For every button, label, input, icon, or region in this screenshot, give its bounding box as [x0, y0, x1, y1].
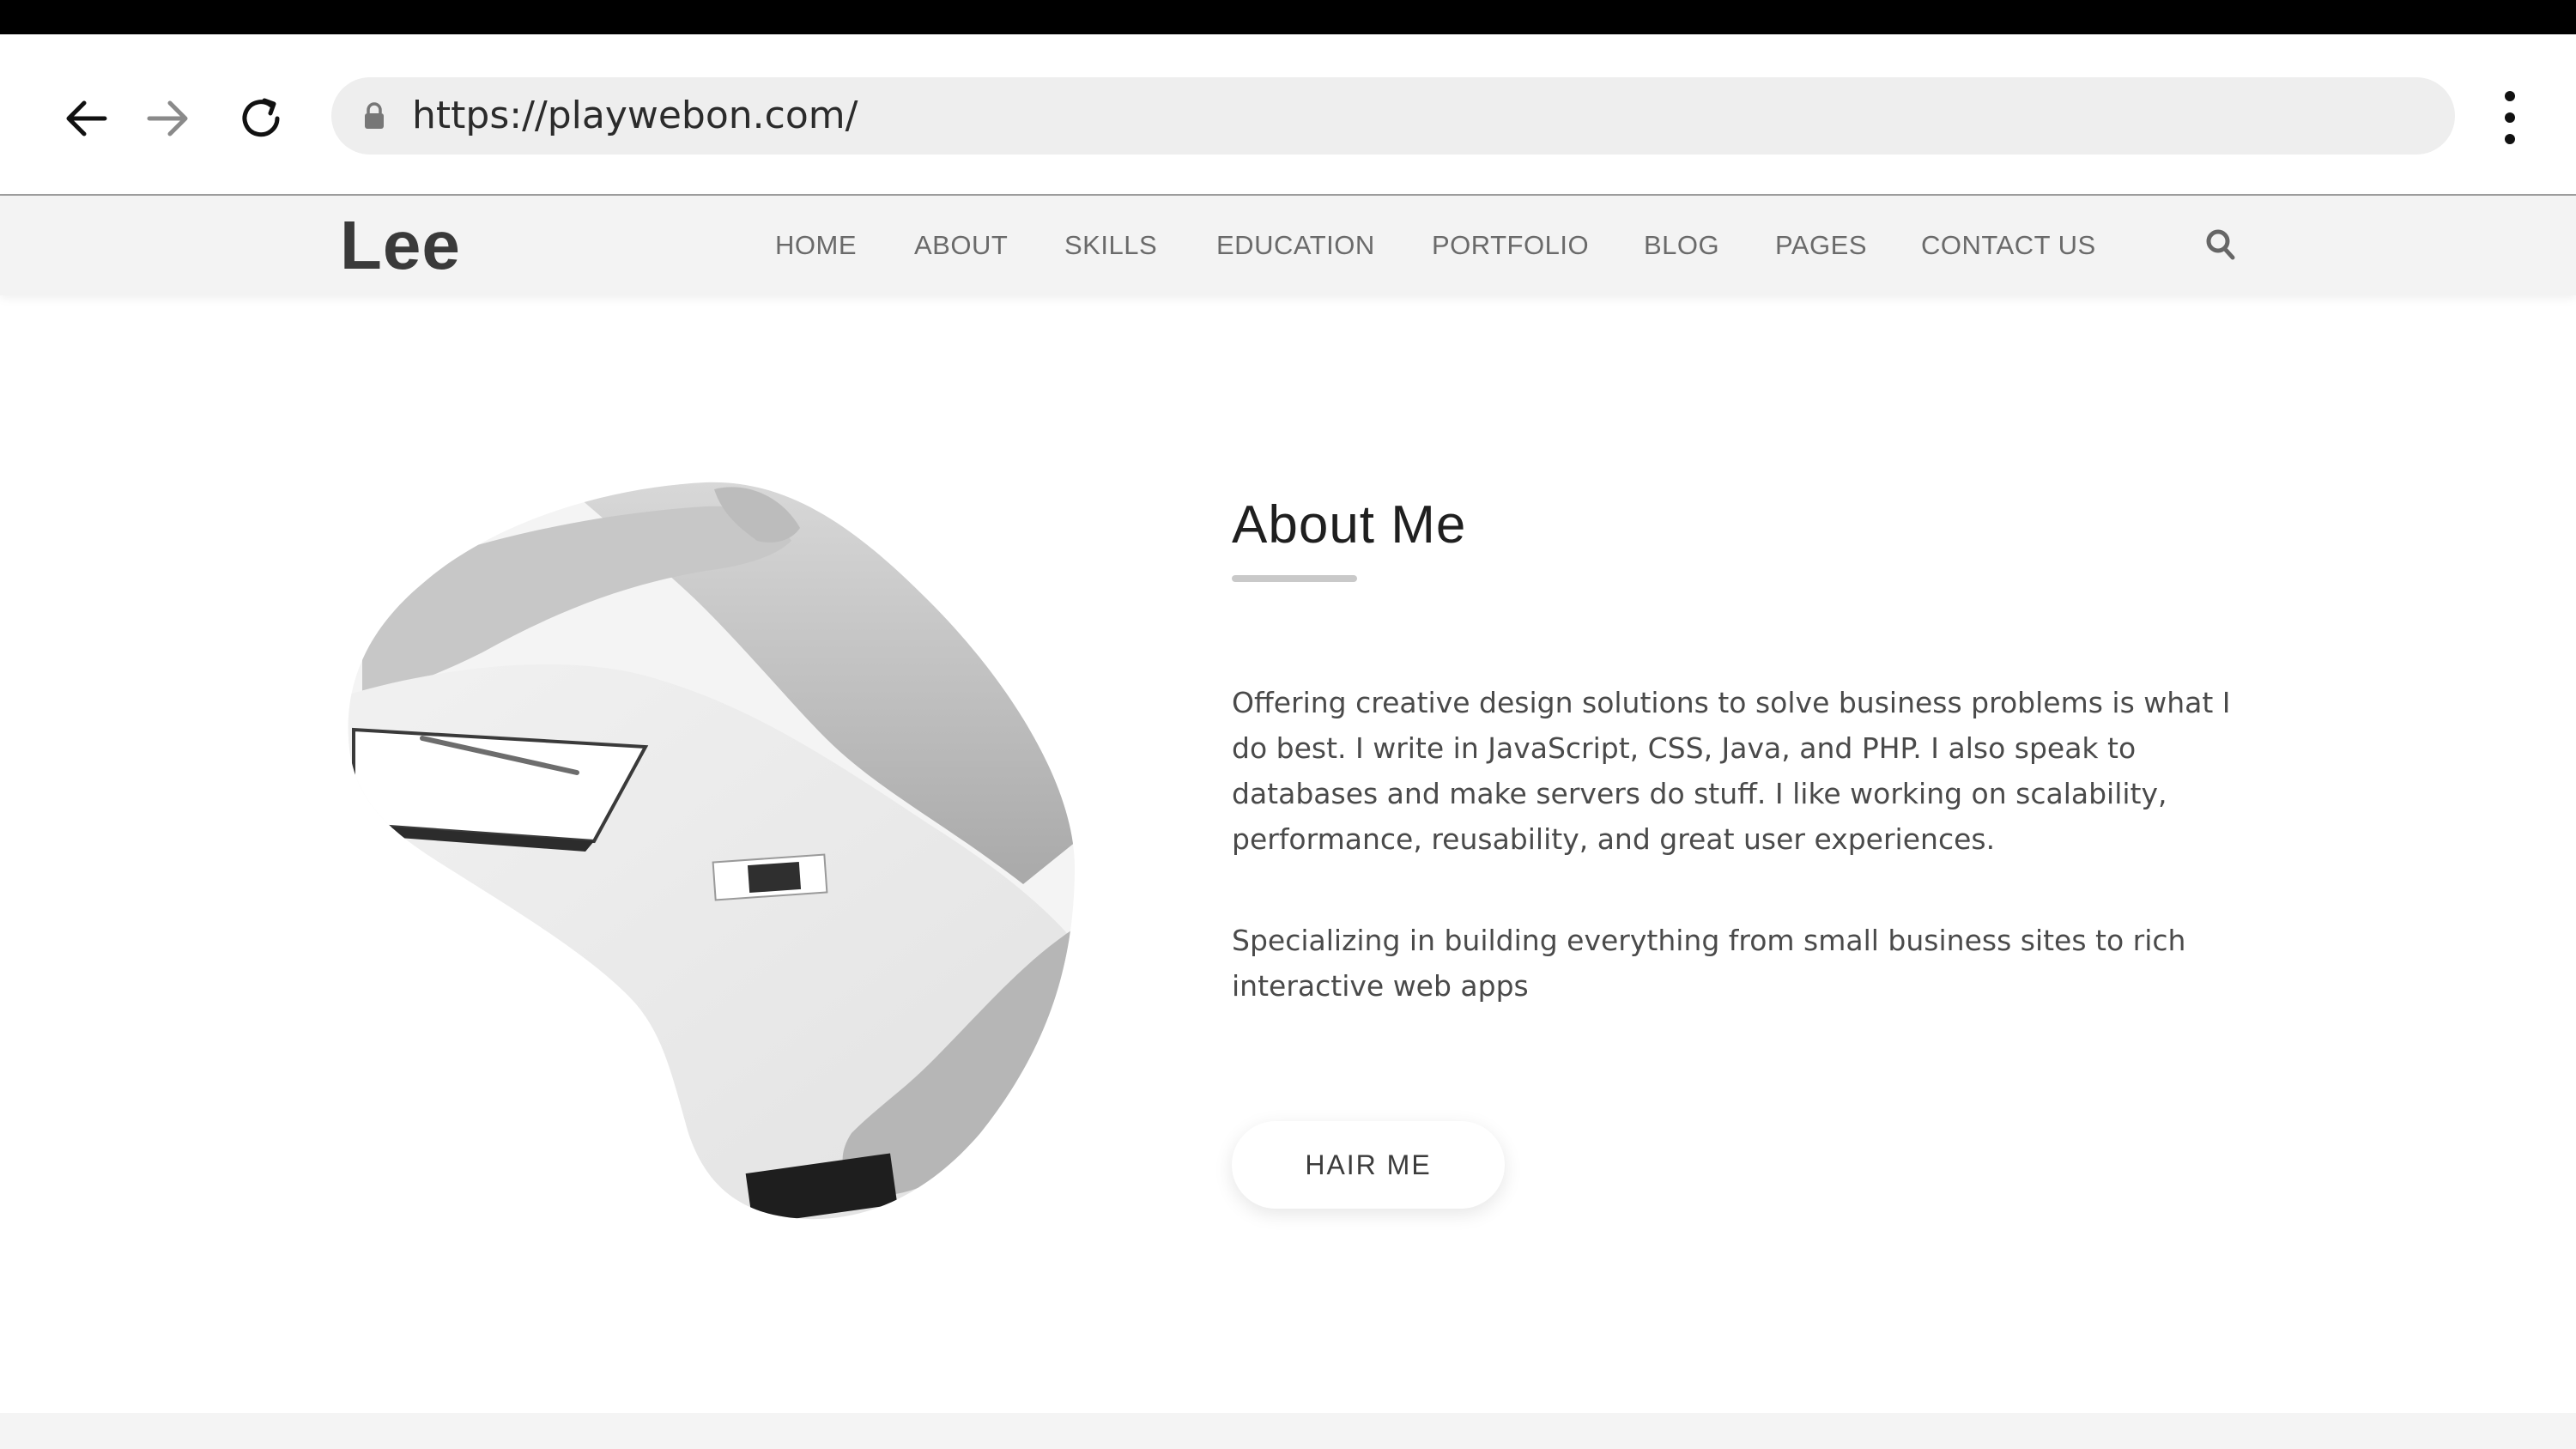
- nav-item-contact-us[interactable]: CONTACT US: [1921, 196, 2096, 295]
- address-bar[interactable]: https://playwebon.com/: [331, 77, 2455, 155]
- about-title: About Me: [1232, 495, 1467, 555]
- browser-toolbar: https://playwebon.com/: [0, 34, 2576, 194]
- lock-icon: [365, 102, 384, 129]
- back-button[interactable]: [58, 91, 113, 146]
- about-photo: [348, 482, 1076, 1220]
- about-paragraph-2: Specializing in building everything from…: [1232, 924, 2186, 1003]
- main-nav: HOME ABOUT SKILLS EDUCATION PORTFOLIO BL…: [0, 196, 2576, 295]
- url-text: https://playwebon.com/: [412, 94, 858, 137]
- arrow-left-icon: [66, 100, 107, 136]
- more-vertical-icon[interactable]: [2486, 88, 2534, 148]
- nav-item-pages[interactable]: PAGES: [1775, 196, 1867, 295]
- nav-item-home[interactable]: HOME: [775, 196, 857, 295]
- about-paragraph-1: Offering creative design solutions to so…: [1232, 686, 2231, 856]
- status-bar: [0, 0, 2576, 34]
- search-icon[interactable]: [2204, 227, 2237, 263]
- reload-icon: [242, 98, 280, 137]
- nav-item-education[interactable]: EDUCATION: [1216, 196, 1375, 295]
- hire-me-button[interactable]: HAIR ME: [1232, 1121, 1505, 1209]
- nav-item-about[interactable]: ABOUT: [914, 196, 1008, 295]
- next-section-strip: [0, 1413, 2576, 1449]
- title-underline: [1232, 575, 1357, 582]
- site-header: Lee HOME ABOUT SKILLS EDUCATION PORTFOLI…: [0, 196, 2576, 295]
- nav-item-blog[interactable]: BLOG: [1644, 196, 1719, 295]
- reload-button[interactable]: [233, 91, 288, 146]
- nav-item-portfolio[interactable]: PORTFOLIO: [1432, 196, 1589, 295]
- forward-button[interactable]: [141, 91, 196, 146]
- arrow-right-icon: [147, 100, 188, 136]
- nav-item-skills[interactable]: SKILLS: [1064, 196, 1157, 295]
